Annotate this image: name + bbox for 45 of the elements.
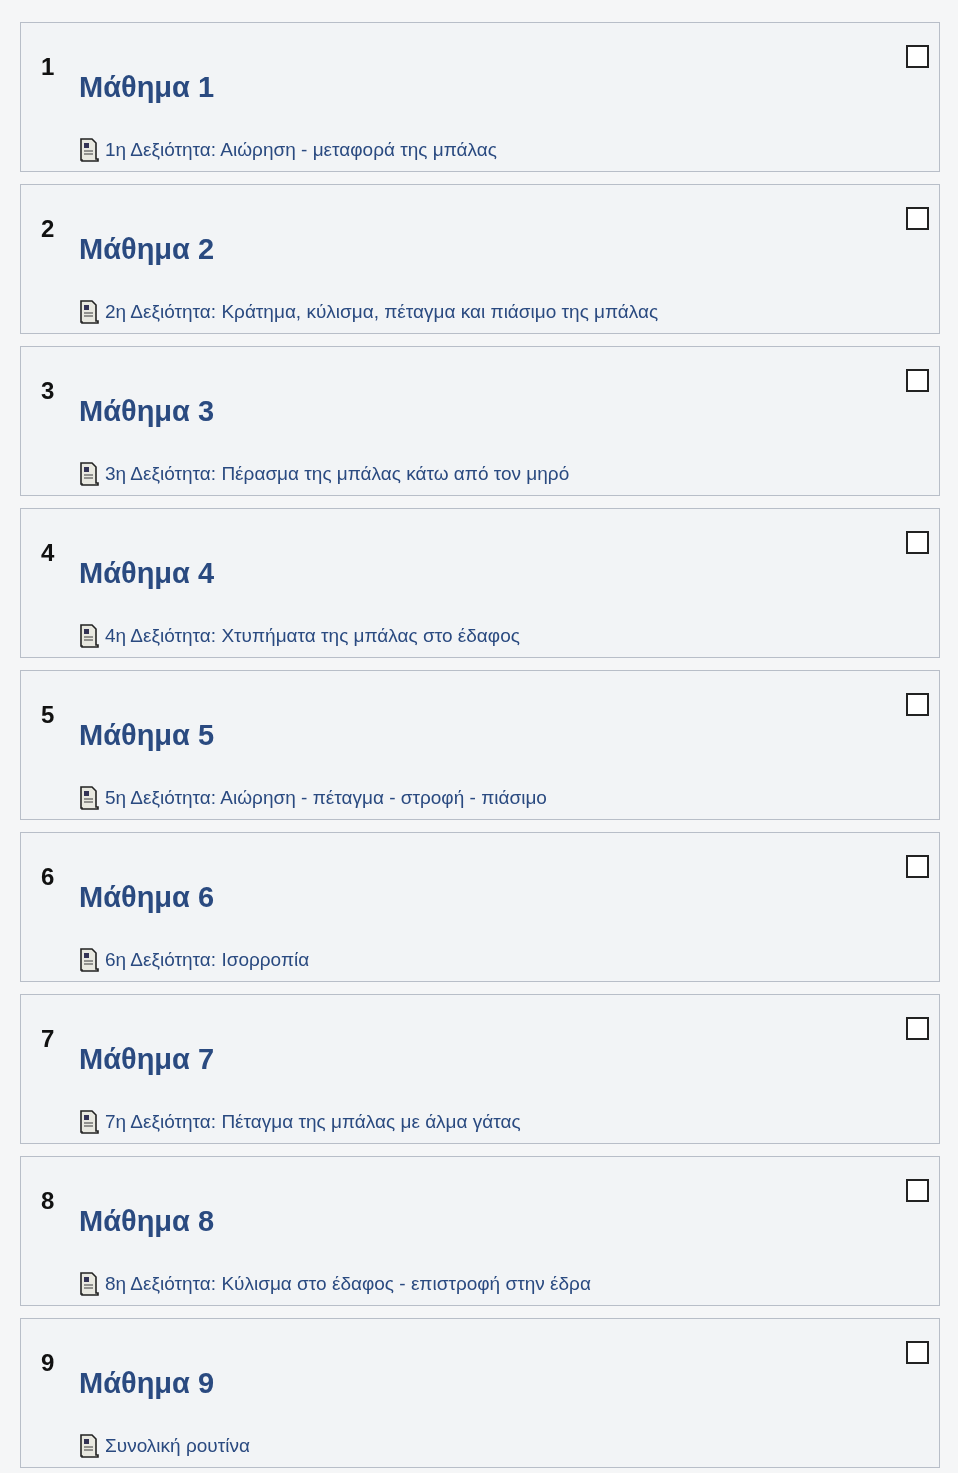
section-title[interactable]: Μάθημα 5 bbox=[79, 719, 906, 752]
activity-link[interactable]: 2η Δεξιότητα: Κράτημα, κύλισμα, πέταγμα και πιάσιμο της μπάλας bbox=[79, 300, 906, 324]
checkbox[interactable] bbox=[906, 855, 929, 878]
section-title[interactable]: Μάθημα 2 bbox=[79, 233, 906, 266]
section-number: 8 bbox=[41, 1187, 55, 1214]
section-number: 1 bbox=[41, 53, 55, 80]
checkbox[interactable] bbox=[906, 531, 929, 554]
section-number: 2 bbox=[41, 215, 55, 242]
activity-link[interactable]: 8η Δεξιότητα: Κύλισμα στο έδαφος - επιστροφή στην έδρα bbox=[79, 1272, 906, 1296]
activity-link[interactable]: 3η Δεξιότητα: Πέρασμα της μπάλας κάτω από τον μηρό bbox=[79, 462, 906, 486]
section-title[interactable]: Μάθημα 9 bbox=[79, 1367, 906, 1400]
checkbox[interactable] bbox=[906, 369, 929, 392]
document-icon bbox=[79, 1110, 99, 1134]
activity-link[interactable]: 5η Δεξιότητα: Αιώρηση - πέταγμα - στροφή - πιάσιμο bbox=[79, 786, 906, 810]
activity-link[interactable]: 4η Δεξιότητα: Χτυπήματα της μπάλας στο έδαφος bbox=[79, 624, 906, 648]
activity-link[interactable]: 7η Δεξιότητα: Πέταγμα της μπάλας με άλμα γάτας bbox=[79, 1110, 906, 1134]
document-icon bbox=[79, 138, 99, 162]
checkbox[interactable] bbox=[906, 1341, 929, 1364]
section-title[interactable]: Μάθημα 8 bbox=[79, 1205, 906, 1238]
section-title[interactable]: Μάθημα 4 bbox=[79, 557, 906, 590]
activity-link[interactable]: Συνολική ρουτίνα bbox=[79, 1434, 906, 1458]
checkbox[interactable] bbox=[906, 1179, 929, 1202]
document-icon bbox=[79, 300, 99, 324]
section-number: 4 bbox=[41, 539, 55, 566]
document-icon bbox=[79, 948, 99, 972]
document-icon bbox=[79, 462, 99, 486]
checkbox[interactable] bbox=[906, 693, 929, 716]
section-title[interactable]: Μάθημα 3 bbox=[79, 395, 906, 428]
section-number: 5 bbox=[41, 701, 55, 728]
document-icon bbox=[79, 624, 99, 648]
document-icon bbox=[79, 1434, 99, 1458]
section-title[interactable]: Μάθημα 1 bbox=[79, 71, 906, 104]
section-number: 9 bbox=[41, 1349, 55, 1376]
activity-link[interactable]: 1η Δεξιότητα: Αιώρηση - μεταφορά της μπάλας bbox=[79, 138, 906, 162]
section-number: 3 bbox=[41, 377, 55, 404]
section-number: 7 bbox=[41, 1025, 55, 1052]
section-title[interactable]: Μάθημα 7 bbox=[79, 1043, 906, 1076]
checkbox[interactable] bbox=[906, 1017, 929, 1040]
document-icon bbox=[79, 1272, 99, 1296]
document-icon bbox=[79, 786, 99, 810]
checkbox[interactable] bbox=[906, 207, 929, 230]
activity-link[interactable]: 6η Δεξιότητα: Ισορροπία bbox=[79, 948, 906, 972]
checkbox[interactable] bbox=[906, 45, 929, 68]
section-title[interactable]: Μάθημα 6 bbox=[79, 881, 906, 914]
section-number: 6 bbox=[41, 863, 55, 890]
